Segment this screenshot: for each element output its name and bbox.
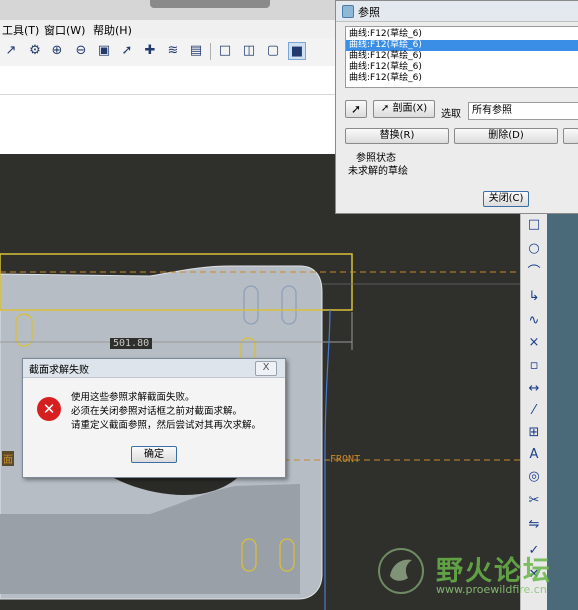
error-title: 截面求解失败 (29, 365, 89, 376)
references-title: 参照 (358, 6, 380, 19)
error-icon: ✕ (37, 397, 61, 421)
select-label: 选取 (441, 109, 461, 120)
menu-bar: 工具(T) 窗口(W) 帮助(H) (0, 20, 340, 39)
select-filter-dropdown[interactable]: 所有参照 (468, 102, 578, 120)
replace-button[interactable]: 替换(R) (345, 128, 449, 144)
palette-icon[interactable]: ◎ (525, 468, 543, 486)
view-manager-icon[interactable]: ▤ (187, 42, 205, 60)
text-icon[interactable]: A (525, 446, 543, 464)
list-item-selected[interactable]: 曲线:F12(草绘_6) (346, 40, 578, 51)
panel-divider (0, 94, 340, 95)
modify-icon[interactable]: ⁄ (525, 402, 543, 420)
sketch-line-icon[interactable]: ↗ (2, 42, 20, 60)
circle-icon[interactable]: ○ (525, 240, 543, 258)
cube-wire-icon[interactable]: □ (216, 42, 234, 60)
zoom-in-icon[interactable]: ⊕ (48, 42, 66, 60)
references-list[interactable]: 曲线:F12(草绘_6) 曲线:F12(草绘_6) 曲线:F12(草绘_6) 曲… (345, 26, 578, 88)
zoom-fit-icon[interactable]: ▣ (95, 42, 113, 60)
trim-icon[interactable]: ✂ (525, 492, 543, 510)
close-icon[interactable]: X (255, 361, 277, 376)
sketch-arc-icon[interactable]: ⚙ (26, 42, 44, 60)
menu-tools[interactable]: 工具(T) (2, 22, 39, 38)
arc-icon[interactable]: ⌒ (525, 264, 543, 282)
references-dialog: 参照 曲线:F12(草绘_6) 曲线:F12(草绘_6) 曲线:F12(草绘_6… (335, 0, 578, 214)
dimension-icon[interactable]: ↔ (525, 380, 543, 398)
constraint-icon[interactable]: ⊞ (525, 424, 543, 442)
references-title-bar: 参照 (336, 1, 578, 22)
menu-help[interactable]: 帮助(H) (93, 22, 132, 38)
pointer-icon[interactable]: ➚ (118, 42, 136, 60)
spline-icon[interactable]: ∿ (525, 312, 543, 330)
more-button[interactable] (563, 128, 578, 144)
section-button[interactable]: ➚ 剖面(X) (373, 100, 435, 118)
mirror-icon[interactable]: ⇋ (525, 516, 543, 534)
rectangle-icon[interactable]: □ (525, 216, 543, 234)
list-item[interactable]: 曲线:F12(草绘_6) (346, 62, 578, 73)
point-icon[interactable]: × (525, 334, 543, 352)
list-item[interactable]: 曲线:F12(草绘_6) (346, 51, 578, 62)
dimension-label[interactable]: 501.80 (110, 338, 153, 349)
cube-nohidden-icon[interactable]: ▢ (264, 42, 282, 60)
front-datum-label: FRONT (330, 454, 361, 465)
error-message-line: 必须在关闭参照对话框之前对截面求解。 (71, 406, 243, 417)
select-pointer-button[interactable]: ➚ (345, 100, 367, 118)
window-top-strip (0, 0, 340, 20)
watermark-url: www.proewildfire.cn (436, 583, 547, 596)
dialog-app-icon (342, 5, 354, 18)
layers-icon[interactable]: ≋ (164, 42, 182, 60)
model-tree-area (0, 66, 340, 154)
close-button[interactable]: 关闭(C) (483, 191, 529, 207)
left-datum-label: 面 (2, 451, 14, 466)
list-item[interactable]: 曲线:F12(草绘_6) (346, 29, 578, 40)
main-toolbar: ↗ ⚙ ⊕ ⊖ ▣ ➚ ✚ ≋ ▤ □ ◫ ▢ ■ (0, 38, 340, 67)
section-solve-failed-dialog: 截面求解失败 X ✕ 使用这些参照求解截面失败。 必须在关闭参照对话框之前对截面… (22, 358, 286, 478)
cube-hidden-icon[interactable]: ◫ (240, 42, 258, 60)
ok-button[interactable]: 确定 (131, 446, 177, 463)
fillet-icon[interactable]: ↳ (525, 288, 543, 306)
delete-button[interactable]: 删除(D) (454, 128, 558, 144)
reference-status-text: 未求解的草绘 (348, 166, 408, 177)
pointer-add-icon[interactable]: ✚ (141, 42, 159, 60)
list-item[interactable]: 曲线:F12(草绘_6) (346, 73, 578, 84)
error-title-bar: 截面求解失败 X (23, 359, 285, 378)
error-message-line: 请重定义截面参照，然后尝试对其再次求解。 (71, 420, 262, 431)
menu-window[interactable]: 窗口(W) (44, 22, 85, 38)
pointer-icon: ➚ (380, 103, 393, 114)
error-message-line: 使用这些参照求解截面失败。 (71, 392, 195, 403)
offset-icon[interactable]: ▫ (525, 357, 543, 375)
cube-shade-icon[interactable]: ■ (288, 42, 306, 60)
zoom-out-icon[interactable]: ⊖ (72, 42, 90, 60)
watermark-logo (378, 548, 424, 594)
